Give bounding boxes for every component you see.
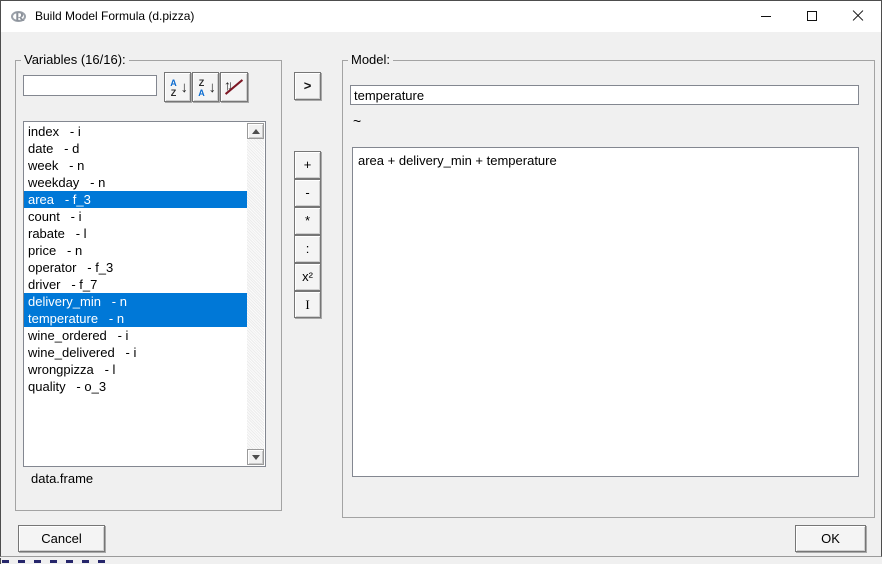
cancel-button[interactable]: Cancel — [18, 525, 105, 552]
plus-operator-button[interactable]: + — [294, 151, 321, 179]
tilde-label: ~ — [353, 113, 361, 129]
list-item[interactable]: wine_ordered - i — [24, 327, 247, 344]
square-operator-button[interactable]: x² — [294, 263, 321, 291]
list-item[interactable]: date - d — [24, 140, 247, 157]
list-item[interactable]: count - i — [24, 208, 247, 225]
list-item[interactable]: driver - f_7 — [24, 276, 247, 293]
minus-operator-button[interactable]: - — [294, 179, 321, 207]
down-arrow-icon: ↓ — [209, 78, 217, 98]
list-item[interactable]: weekday - n — [24, 174, 247, 191]
maximize-button[interactable] — [789, 1, 835, 32]
scroll-down-button[interactable] — [247, 449, 264, 465]
desktop-strip — [0, 558, 882, 564]
list-item[interactable]: rabate - l — [24, 225, 247, 242]
ok-button[interactable]: OK — [795, 525, 866, 552]
model-lhs-input[interactable] — [350, 85, 859, 105]
list-item[interactable]: quality - o_3 — [24, 378, 247, 395]
close-icon — [852, 10, 864, 22]
variables-listbox[interactable]: index - idate - dweek - nweekday - narea… — [23, 121, 266, 467]
list-item[interactable]: temperature - n — [24, 310, 247, 327]
list-item[interactable]: index - i — [24, 123, 247, 140]
scroll-up-icon — [252, 129, 260, 134]
dialog-window: R Build Model Formula (d.pizza) Variable… — [0, 0, 882, 557]
list-item[interactable]: wrongpizza - l — [24, 361, 247, 378]
crossed-arrows-icon: ↑↓ — [224, 77, 244, 97]
scroll-down-icon — [252, 455, 260, 460]
scroll-up-button[interactable] — [247, 123, 264, 139]
minimize-button[interactable] — [743, 1, 789, 32]
close-button[interactable] — [835, 1, 881, 32]
list-item[interactable]: price - n — [24, 242, 247, 259]
list-item[interactable]: week - n — [24, 157, 247, 174]
list-item[interactable]: wine_delivered - i — [24, 344, 247, 361]
identity-operator-button[interactable]: I — [294, 291, 321, 318]
minimize-icon — [761, 16, 771, 17]
screen: R Build Model Formula (d.pizza) Variable… — [0, 0, 882, 564]
listbox-scrollbar[interactable] — [247, 123, 264, 465]
r-logo-icon: R — [11, 8, 28, 25]
down-arrow-icon: ↓ — [181, 78, 189, 98]
list-item[interactable]: area - f_3 — [24, 191, 247, 208]
times-operator-button[interactable]: * — [294, 207, 321, 235]
window-title: Build Model Formula (d.pizza) — [35, 1, 194, 32]
colon-operator-button[interactable]: : — [294, 235, 321, 263]
variables-list: index - idate - dweek - nweekday - narea… — [24, 123, 247, 465]
list-item[interactable]: operator - f_3 — [24, 259, 247, 276]
r-logo-letter: R — [15, 9, 24, 24]
list-item[interactable]: delivery_min - n — [24, 293, 247, 310]
sort-az-icon: AZ — [169, 78, 178, 98]
background-artifact — [2, 560, 114, 563]
variable-filter-input[interactable] — [23, 75, 157, 96]
sort-original-order-button[interactable]: ↑↓ — [220, 72, 248, 102]
sort-za-icon: ZA — [197, 78, 206, 98]
model-group-label: Model: — [348, 52, 393, 67]
model-rhs-textarea[interactable]: area + delivery_min + temperature — [352, 147, 859, 477]
titlebar[interactable]: R Build Model Formula (d.pizza) — [1, 1, 881, 32]
variables-group-label: Variables (16/16): — [21, 52, 129, 67]
window-edge — [0, 558, 1, 564]
move-variable-button[interactable]: > — [294, 72, 321, 100]
dataframe-label: data.frame — [31, 471, 93, 486]
maximize-icon — [807, 11, 817, 21]
sort-descending-button[interactable]: ZA ↓ — [192, 72, 219, 102]
sort-ascending-button[interactable]: AZ ↓ — [164, 72, 191, 102]
